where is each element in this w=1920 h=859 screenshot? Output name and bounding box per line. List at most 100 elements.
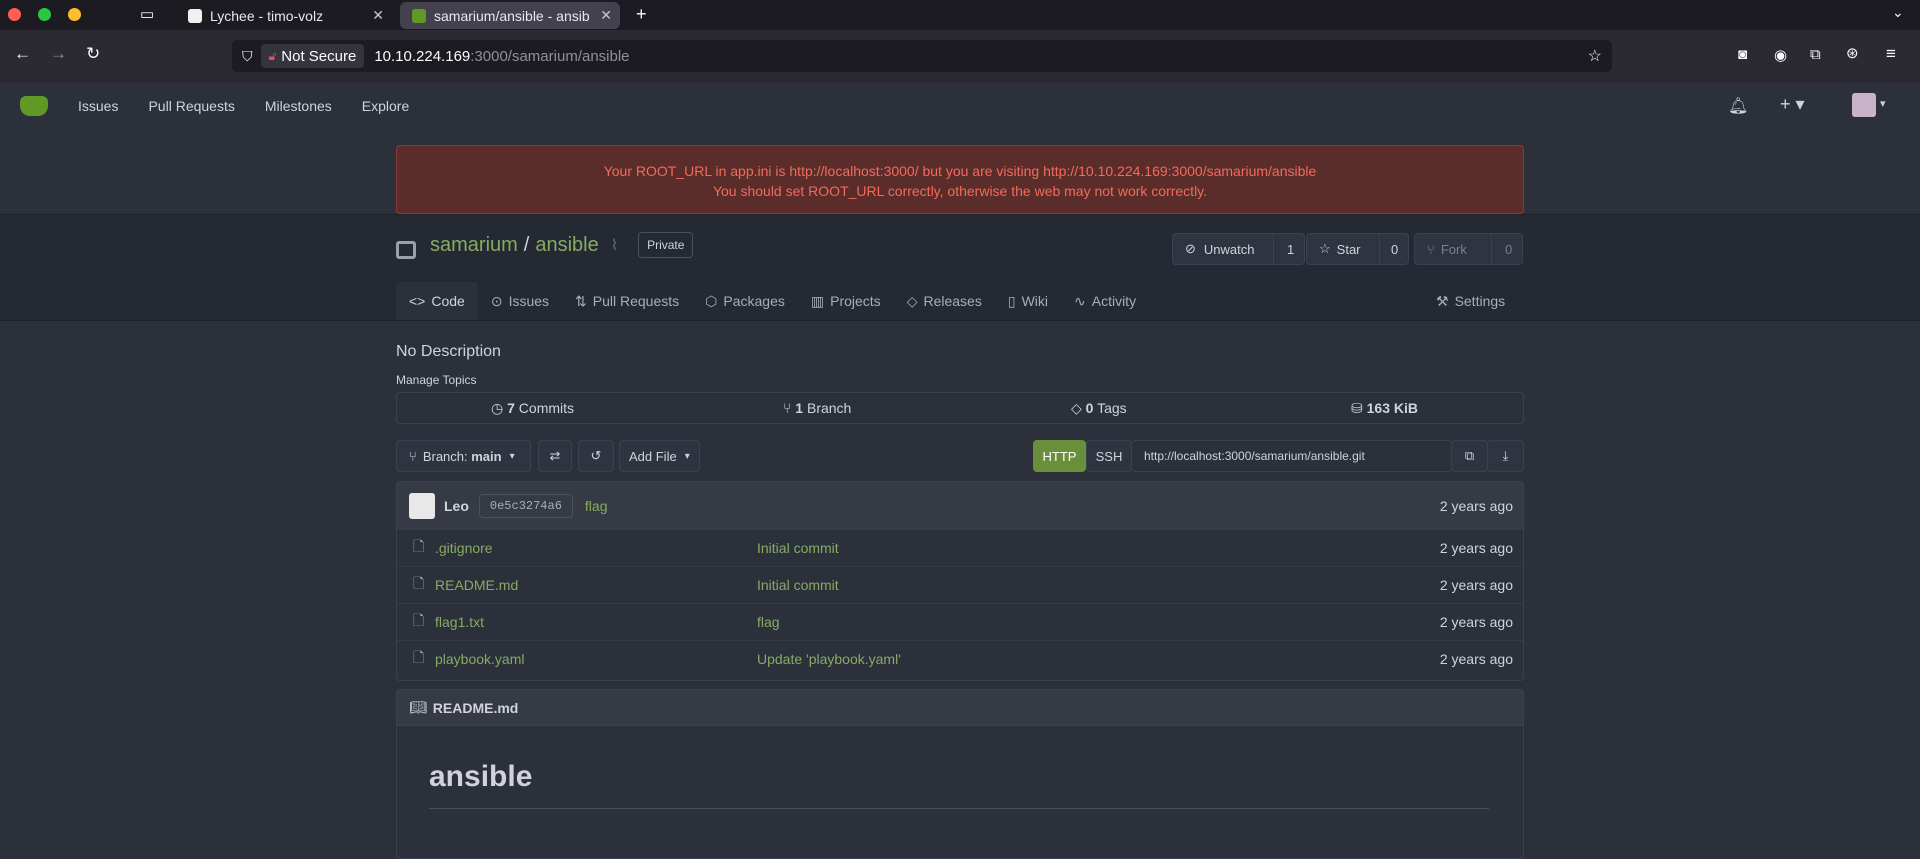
tab-packages[interactable]: ⬡ Packages — [692, 282, 798, 320]
http-clone-button[interactable]: HTTP — [1033, 440, 1086, 472]
tab-lychee[interactable]: Lychee - timo-volz ✕ — [176, 2, 392, 29]
clone-url-input[interactable]: http://localhost:3000/samarium/ansible.g… — [1131, 440, 1452, 472]
chevron-down-icon: ▾ — [509, 450, 515, 462]
new-tab-icon[interactable]: + — [636, 4, 647, 25]
create-new-icon[interactable]: + ▾ — [1780, 94, 1805, 115]
star-button[interactable]: ☆ Star 0 — [1306, 233, 1409, 265]
repo-owner-link[interactable]: samarium — [430, 234, 518, 257]
branch-label: Branch — [806, 400, 852, 416]
forward-icon[interactable]: → — [50, 44, 67, 64]
branch-name: main — [471, 448, 502, 464]
branch-stat[interactable]: ⑂ 1 Branch — [783, 400, 851, 416]
author-avatar[interactable] — [409, 492, 435, 519]
fork-count[interactable]: 0 — [1505, 242, 1512, 257]
download-button[interactable]: ⤓ — [1487, 440, 1524, 472]
star-count[interactable]: 0 — [1391, 242, 1398, 257]
size-stat: ⛁ 163 KiB — [1351, 400, 1418, 417]
gitea-favicon-icon — [412, 8, 426, 23]
file-commit-link[interactable]: flag — [757, 614, 780, 630]
tab-label: Settings — [1454, 293, 1506, 309]
gitea-logo-icon[interactable] — [20, 96, 48, 116]
bookmark-star-icon[interactable]: ☆ — [1588, 46, 1602, 66]
repo-separator: / — [523, 233, 530, 256]
tab-label: Activity — [1091, 293, 1137, 309]
maximize-window-button[interactable] — [38, 8, 51, 21]
repo-name-link[interactable]: ansible — [535, 234, 598, 257]
chevron-down-icon[interactable]: ⌄ — [1892, 4, 1904, 21]
commit-message[interactable]: flag — [585, 498, 608, 514]
tab-label: Packages — [723, 293, 785, 309]
nav-milestones[interactable]: Milestones — [265, 98, 332, 114]
file-icon: 🗋︎ — [413, 649, 425, 665]
tab-releases[interactable]: ◇ Releases — [894, 282, 995, 320]
history-button[interactable]: ↺ — [578, 440, 614, 472]
tab-code[interactable]: <> Code — [396, 282, 478, 320]
tools-icon: ⚒ — [1436, 292, 1449, 309]
extension-badge-icon[interactable]: ⊛ — [1846, 44, 1859, 62]
nav-pull-requests[interactable]: Pull Requests — [148, 98, 234, 114]
menu-icon[interactable]: ≡ — [1886, 44, 1896, 64]
commit-author[interactable]: Leo — [444, 498, 469, 514]
ssh-clone-button[interactable]: SSH — [1086, 440, 1132, 472]
tab-overview-icon[interactable]: ▭ — [140, 5, 154, 23]
account-icon[interactable]: ◉ — [1774, 46, 1787, 64]
tab-wiki[interactable]: ▯ Wiki — [995, 282, 1061, 320]
file-commit-link[interactable]: Update 'playbook.yaml' — [757, 651, 901, 667]
file-age: 2 years ago — [1439, 540, 1513, 556]
file-icon: 🗋︎ — [413, 538, 425, 554]
file-commit-link[interactable]: Initial commit — [757, 540, 839, 556]
reload-icon[interactable]: ↻ — [86, 44, 100, 64]
tag-icon: ◇ — [906, 292, 918, 309]
commits-stat[interactable]: ◷ 7 Commits — [491, 400, 574, 417]
root-url-warning: Your ROOT_URL in app.ini is http://local… — [396, 145, 1524, 214]
branch-count: 1 — [795, 400, 804, 416]
file-name-link[interactable]: flag1.txt — [435, 614, 484, 630]
avatar[interactable] — [1852, 93, 1876, 117]
clone-url-text: http://localhost:3000/samarium/ansible.g… — [1144, 449, 1365, 463]
rss-icon[interactable]: ⌇ — [611, 236, 618, 254]
file-name-link[interactable]: README.md — [435, 577, 518, 593]
commit-sha[interactable]: 0e5c3274a6 — [478, 493, 573, 518]
close-icon[interactable]: ✕ — [600, 7, 612, 24]
repo-tabs: <> Code ⊙ Issues ⇅ Pull Requests ⬡ Packages … — [396, 282, 1149, 320]
minimize-window-button[interactable] — [68, 8, 81, 21]
file-commit-link[interactable]: Initial commit — [757, 577, 839, 593]
project-icon: ▥ — [810, 292, 825, 309]
add-file-label: Add File — [629, 448, 677, 464]
tab-pull-requests[interactable]: ⇅ Pull Requests — [562, 282, 692, 320]
chevron-down-icon[interactable]: ▾ — [1880, 97, 1886, 110]
warning-line-2: You should set ROOT_URL correctly, other… — [712, 183, 1208, 199]
branch-selector[interactable]: ⑂ Branch: main ▾ — [396, 440, 531, 472]
nav-explore[interactable]: Explore — [362, 98, 409, 114]
package-icon: ⬡ — [705, 292, 718, 309]
tab-activity[interactable]: ∿ Activity — [1061, 282, 1149, 320]
unwatch-button[interactable]: ⊘ Unwatch 1 — [1172, 233, 1305, 265]
file-name-link[interactable]: playbook.yaml — [435, 651, 525, 667]
file-name-link[interactable]: .gitignore — [435, 540, 493, 556]
tab-title: Lychee - timo-volz — [210, 7, 324, 24]
manage-topics-link[interactable]: Manage Topics — [396, 373, 477, 387]
shield-icon[interactable]: ⛉ — [242, 48, 253, 65]
fork-label: Fork — [1440, 241, 1467, 257]
fork-button[interactable]: ⑂ Fork 0 — [1414, 233, 1523, 265]
pocket-icon[interactable]: ◙ — [1738, 46, 1747, 63]
compare-button[interactable]: ⇄ — [538, 440, 572, 472]
close-icon[interactable]: ✕ — [372, 7, 384, 24]
tags-stat[interactable]: ◇ 0 Tags — [1071, 400, 1127, 417]
security-indicator[interactable]: 🔓︎ Not Secure — [260, 44, 365, 68]
back-icon[interactable]: ← — [14, 44, 31, 64]
extensions-icon[interactable]: ⧉ — [1810, 46, 1821, 63]
warning-line-1: Your ROOT_URL in app.ini is http://local… — [603, 163, 1317, 179]
notification-bell-icon[interactable]: 🔔︎ — [1728, 96, 1748, 116]
watch-count[interactable]: 1 — [1287, 242, 1294, 257]
add-file-button[interactable]: Add File ▾ — [619, 440, 700, 472]
tab-issues[interactable]: ⊙ Issues — [478, 282, 562, 320]
tab-samarium-ansible[interactable]: samarium/ansible - ansib ✕ — [400, 2, 620, 29]
nav-issues[interactable]: Issues — [78, 98, 118, 114]
tab-settings[interactable]: ⚒ Settings — [1436, 282, 1505, 320]
address-bar[interactable]: ⛉ 🔓︎ Not Secure 10.10.224.169 :3000/sama… — [232, 40, 1612, 72]
close-window-button[interactable] — [8, 8, 21, 21]
copy-url-button[interactable]: ⧉ — [1451, 440, 1488, 472]
copy-icon: ⧉ — [1464, 448, 1475, 463]
tab-projects[interactable]: ▥ Projects — [798, 282, 894, 320]
